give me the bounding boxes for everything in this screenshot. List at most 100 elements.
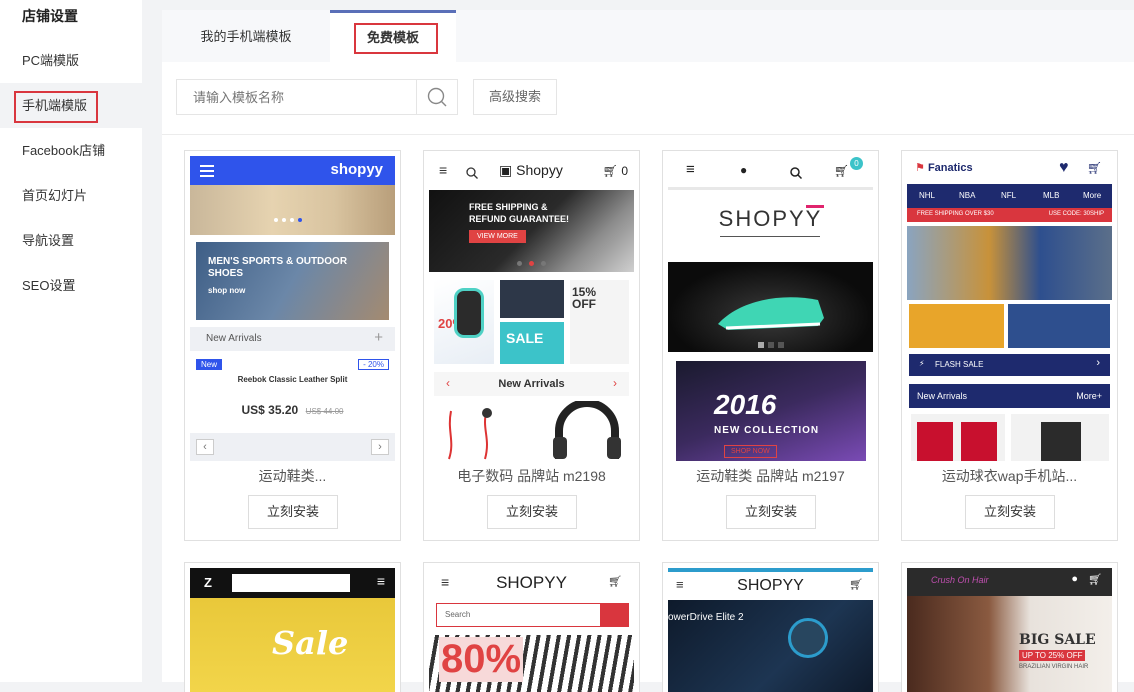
template-name: 运动球衣wap手机站... [941, 468, 1078, 484]
sidebar-item-facebook-store[interactable]: Facebook店铺 [0, 128, 142, 173]
preview-nav-item: NFL [1001, 191, 1017, 200]
cart-icon: 🛒︎ [834, 164, 850, 178]
preview-brand: Crush On Hair [931, 575, 989, 585]
install-button[interactable]: 立刻安装 [487, 495, 577, 529]
preview-header: ≡ ● 🛒︎ 0 [668, 156, 873, 190]
preview-brand: ▣ Shopyy [499, 162, 563, 178]
tab-my-mobile-templates[interactable]: 我的手机端模板 [182, 10, 310, 62]
preview-product-tile [1011, 414, 1109, 461]
search-icon [790, 167, 803, 180]
preview-section-title: New Arrivals [498, 378, 565, 390]
preview-brand: SHOPYY [718, 206, 823, 231]
preview-old-price: US$ 44.00 [305, 407, 344, 416]
preview-hero: FREE SHIPPING & REFUND GUARANTEE! VIEW M… [429, 190, 634, 272]
template-preview[interactable]: shopyy MEN'S SPORTS & OUTDOOR SHOES shop… [190, 156, 395, 461]
preview-promo: 80% [439, 637, 524, 682]
preview-promo-tile [500, 280, 564, 318]
heart-icon: ♥ [1059, 159, 1069, 176]
cart-icon: 🛒︎ [1087, 161, 1103, 175]
preview-promo-2: UP TO 25% OFF [1019, 650, 1086, 661]
template-preview[interactable]: ≡ ● 🛒︎ 0 SHOPYY 2016 NEW COLLECTION SHOP… [668, 156, 873, 461]
preview-brand: shopyy [330, 161, 383, 178]
preview-carousel-bar: ‹ › [190, 433, 395, 461]
preview-products-image [448, 401, 621, 460]
preview-price-row: US$ 35.20 US$ 44.00 [190, 401, 395, 419]
sidebar-item-pc-templates[interactable]: PC端模版 [0, 38, 142, 83]
preview-hero-image [190, 185, 395, 235]
main-content: 我的手机端模板 免费模板 高级搜索 shopyy [162, 0, 1134, 692]
template-card: ≡ ● 🛒︎ 0 SHOPYY 2016 NEW COLLECTION SHOP… [662, 150, 879, 541]
template-name: 运动鞋类 品牌站 m2197 [696, 468, 845, 484]
preview-promo-3: BRAZILIAN VIRGIN HAIR [1019, 664, 1089, 670]
template-preview[interactable]: ≡ ▣ Shopyy 🛒︎ 0 FREE SHIPPING & REFUND G… [429, 156, 634, 461]
search-input[interactable] [177, 80, 417, 114]
template-card: shopyy MEN'S SPORTS & OUTDOOR SHOES shop… [184, 150, 401, 541]
search-button[interactable] [416, 80, 457, 114]
preview-header: ⚑ Fanatics ♥ 🛒︎ [907, 156, 1112, 184]
install-button[interactable]: 立刻安装 [965, 495, 1055, 529]
install-button[interactable]: 立刻安装 [726, 495, 816, 529]
preview-section-title: New Arrivals [917, 391, 968, 401]
preview-banner-link: shop now [208, 286, 246, 295]
preview-hero-image [907, 226, 1112, 300]
template-card: ≡ SHOPYY 🛒︎ owerDrive Elite 2 [662, 562, 879, 692]
preview-promo-tile [909, 304, 1004, 348]
highlight-box-free-templates [354, 23, 438, 54]
preview-hero-sub: NEW COLLECTION [714, 425, 820, 436]
install-button[interactable]: 立刻安装 [248, 495, 338, 529]
preview-brand: SHOPYY [496, 573, 567, 592]
menu-icon: ≡ [439, 162, 448, 178]
preview-flash-title: FLASH SALE [935, 360, 984, 369]
sneaker-image [718, 297, 824, 330]
preview-brand: ⚑ Fanatics [915, 162, 973, 174]
user-icon: ● [740, 163, 748, 177]
preview-promo-3: 15% OFF [572, 285, 597, 311]
preview-section-bar: ‹ New Arrivals › [434, 372, 629, 396]
preview-promo-tile: 20% [434, 280, 494, 364]
preview-hero-image: 80% [429, 635, 634, 692]
template-card: ≡ ▣ Shopyy 🛒︎ 0 FREE SHIPPING & REFUND G… [423, 150, 640, 541]
template-search [176, 79, 458, 115]
template-preview[interactable]: ⚑ Fanatics ♥ 🛒︎ NHL NBA NFL MLB More FRE… [907, 156, 1112, 461]
template-card: ≡ SHOPYY 🛒︎ Search 80% [423, 562, 640, 692]
preview-promo-right: USE CODE: 30SHIP [1048, 211, 1104, 217]
chevron-left-icon: ‹ [196, 439, 214, 455]
highlight-box-mobile-templates [14, 91, 98, 123]
preview-banner: 2016 NEW COLLECTION SHOP NOW [676, 361, 866, 461]
cart-icon: 🛒︎ [849, 579, 863, 591]
preview-more-link: More+ [1076, 391, 1102, 401]
preview-nav: NHL NBA NFL MLB More [907, 184, 1112, 208]
preview-brand-text: Fanatics [927, 162, 973, 174]
cart-icon: 🛒︎ 0 [602, 164, 628, 178]
sidebar-item-seo-settings[interactable]: SEO设置 [0, 263, 142, 308]
preview-search-box [232, 574, 350, 592]
preview-hero-image [668, 262, 873, 352]
preview-nav-item: More [1083, 191, 1102, 200]
advanced-search-button[interactable]: 高级搜索 [473, 79, 557, 115]
user-icon: ● [1071, 573, 1078, 585]
preview-section-bar: New Arrivals + [190, 327, 395, 351]
template-card: Z ≡ Sale [184, 562, 401, 692]
preview-header: ≡ ▣ Shopyy 🛒︎ 0 [429, 156, 634, 190]
preview-nav-item: MLB [1043, 191, 1060, 200]
preview-section-bar: New Arrivals More+ [909, 384, 1110, 408]
preview-product-name: owerDrive Elite 2 [668, 612, 744, 623]
cart-count: 0 [850, 157, 863, 170]
brand-accent [806, 205, 824, 208]
preview-promo-tile: 15% OFF [570, 280, 629, 364]
cart-count: 0 [621, 164, 628, 178]
template-name: 运动鞋类... [258, 468, 327, 484]
preview-nav-item: NHL [919, 191, 936, 200]
menu-icon: ≡ [376, 573, 385, 589]
template-card: Crush On Hair 🛒︎ ● BIG SALE UP TO 25% OF… [901, 562, 1118, 692]
preview-hero-image: owerDrive Elite 2 [668, 600, 873, 692]
preview-header: Z ≡ [190, 568, 395, 598]
sidebar-item-homepage-slides[interactable]: 首页幻灯片 [0, 173, 142, 218]
preview-hero-year: 2016 [714, 389, 777, 420]
preview-banner-text: MEN'S SPORTS & OUTDOOR SHOES [208, 256, 348, 279]
preview-section-title: New Arrivals [206, 333, 262, 344]
sidebar-item-navigation-settings[interactable]: 导航设置 [0, 218, 142, 263]
preview-promo-bar: FREE SHIPPING OVER $30 USE CODE: 30SHIP [907, 208, 1112, 222]
preview-banner: MEN'S SPORTS & OUTDOOR SHOES shop now [196, 242, 389, 320]
sidebar-title: 店铺设置 [22, 8, 78, 24]
